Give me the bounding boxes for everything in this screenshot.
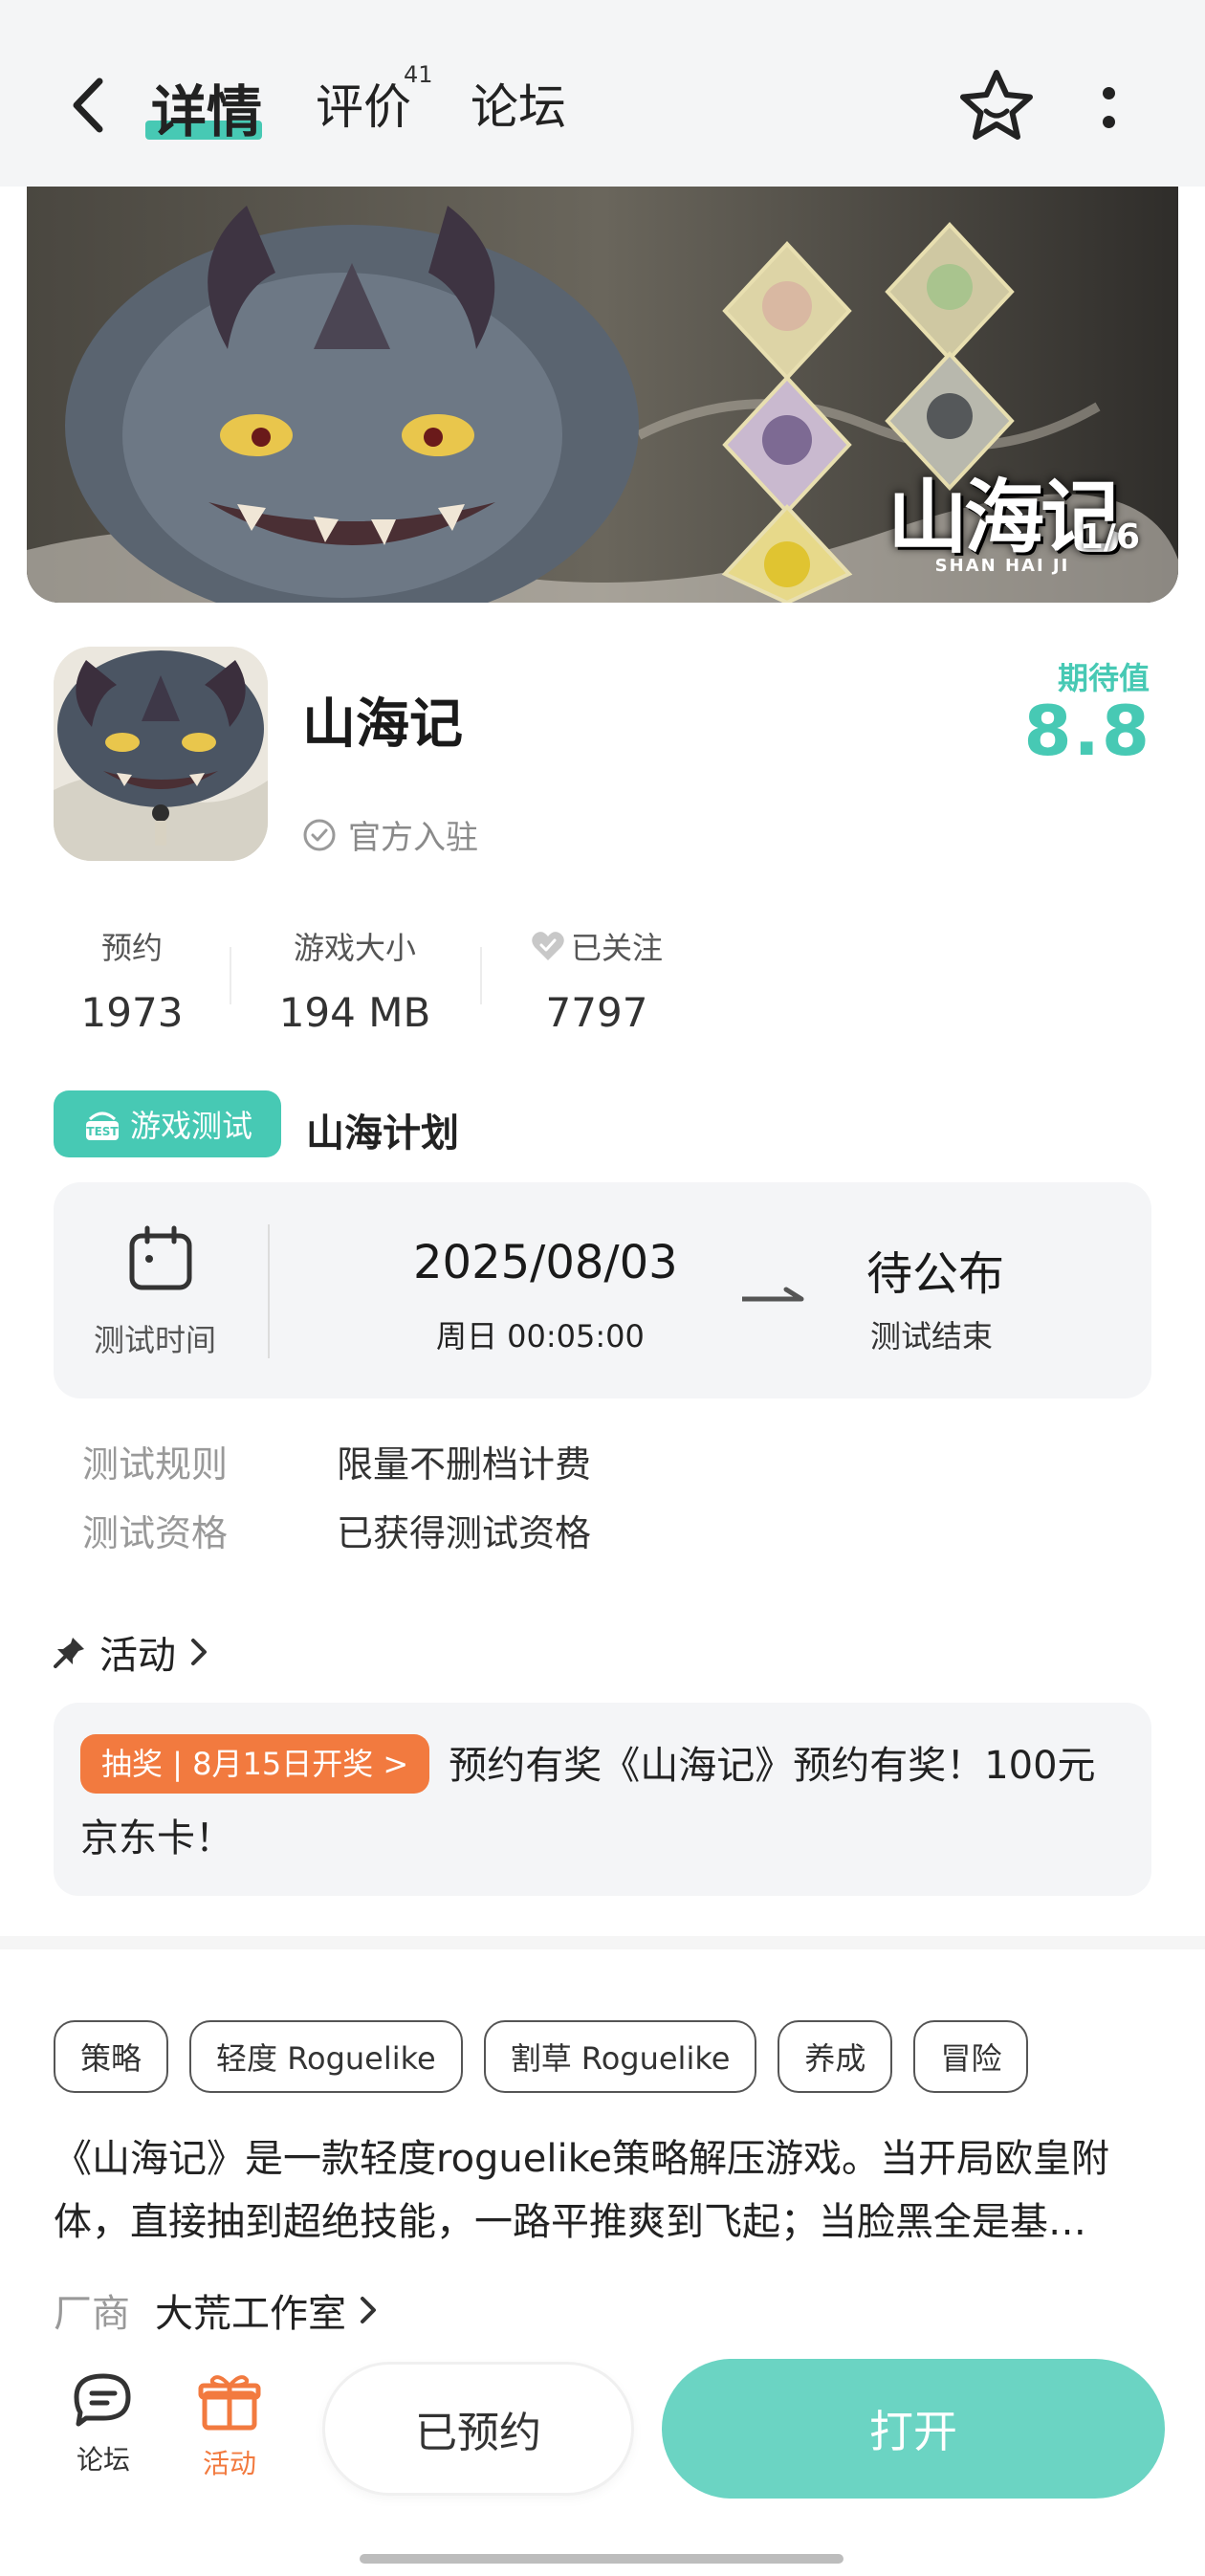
test-start-date: 2025/08/03 xyxy=(413,1236,678,1289)
description-line: 体，直接抽到超绝技能，一路平推爽到飞起；当脸黑全是基… xyxy=(54,2200,1086,2244)
tag-list: 策略 轻度 Roguelike 割草 Roguelike 养成 冒险 xyxy=(54,2020,1029,2093)
reserved-button[interactable]: 已预约 xyxy=(325,2365,631,2493)
tab-detail[interactable]: 详情 xyxy=(151,67,262,147)
stat-reservations: 预约 1973 xyxy=(54,924,210,1036)
forum-nav-button[interactable]: 论坛 xyxy=(55,2370,151,2477)
bottom-action-bar: 论坛 活动 已预约 打开 xyxy=(0,2342,1205,2576)
star-outline-icon xyxy=(960,70,1033,140)
stat-value: 7797 xyxy=(545,989,648,1036)
tag-chip[interactable]: 割草 Roguelike xyxy=(483,2020,757,2093)
tag-chip[interactable]: 轻度 Roguelike xyxy=(189,2020,463,2093)
tab-reviews[interactable]: 评价 xyxy=(316,69,411,138)
vendor-row[interactable]: 厂商 大荒工作室 xyxy=(54,2282,377,2338)
test-schedule-card: 测试时间 2025/08/03 周日 00:05:00 待公布 测试结束 xyxy=(54,1182,1151,1398)
official-label: 官方入驻 xyxy=(348,819,478,857)
chevron-left-icon xyxy=(73,77,103,133)
section-separator xyxy=(0,1936,1205,1949)
test-start-time: 周日 00:05:00 xyxy=(436,1318,645,1354)
test-plan-name: 山海计划 xyxy=(306,1112,459,1156)
chat-bubble-icon xyxy=(74,2373,131,2427)
game-title: 山海记 xyxy=(302,694,463,756)
rule-value: 限量不删档计费 xyxy=(337,1443,592,1486)
tag-chip[interactable]: 养成 xyxy=(778,2020,893,2093)
stat-value: 194 MB xyxy=(278,989,431,1036)
official-badge: 官方入驻 xyxy=(302,811,478,858)
back-button[interactable] xyxy=(59,75,117,136)
stat-value: 1973 xyxy=(80,989,184,1036)
divider xyxy=(268,1224,270,1358)
banner-page-counter: 1/6 xyxy=(1079,517,1140,557)
stat-label: 游戏大小 xyxy=(293,930,416,966)
more-vertical-icon xyxy=(1102,86,1115,99)
calendar-icon xyxy=(129,1225,192,1290)
rule-label: 测试资格 xyxy=(82,1512,229,1554)
stat-divider xyxy=(480,947,482,1004)
activity-heading: 活动 xyxy=(99,1634,176,1678)
tab-forum[interactable]: 论坛 xyxy=(471,69,566,138)
vendor-label: 厂商 xyxy=(54,2292,130,2336)
test-end-value: 待公布 xyxy=(866,1247,1005,1301)
gift-icon xyxy=(198,2375,261,2431)
more-options-button[interactable] xyxy=(1094,78,1123,136)
reviews-count-badge: 41 xyxy=(404,61,433,88)
test-time-label: 测试时间 xyxy=(94,1322,217,1358)
tag-chip[interactable]: 策略 xyxy=(54,2020,169,2093)
stat-label: 预约 xyxy=(100,930,163,966)
activity-description: 抽奖 | 8月15日开奖 > 预约有奖《山海记》预约有奖！100元京东卡！ xyxy=(80,1729,1113,1875)
description-line: 《山海记》是一款轻度roguelike策略解压游戏。当开局欧皇附 xyxy=(54,2137,1109,2181)
test-flask-icon: TEST xyxy=(85,1112,119,1140)
stat-label: 已关注 xyxy=(570,930,663,966)
expectation-score: 8.8 xyxy=(1023,691,1151,771)
game-banner-carousel[interactable]: 山海记 SHAN HAI JI 1/6 xyxy=(27,187,1178,603)
top-nav-bar: 详情 评价 41 论坛 xyxy=(0,0,1205,187)
rule-label: 测试规则 xyxy=(82,1443,229,1486)
forum-nav-label: 论坛 xyxy=(76,2444,130,2476)
game-app-icon xyxy=(54,647,268,861)
stat-divider xyxy=(230,947,231,1004)
open-game-button[interactable]: 打开 xyxy=(662,2359,1165,2499)
tag-chip[interactable]: 冒险 xyxy=(913,2020,1029,2093)
favorite-button[interactable] xyxy=(956,67,1037,147)
activity-section-link[interactable]: 活动 xyxy=(54,1624,208,1680)
home-indicator xyxy=(360,2554,844,2564)
arrow-right-icon xyxy=(742,1287,804,1302)
game-description[interactable]: 《山海记》是一款轻度roguelike策略解压游戏。当开局欧皇附 体，直接抽到超… xyxy=(54,2127,1144,2254)
game-test-badge-label: 游戏测试 xyxy=(129,1108,252,1144)
stat-followers[interactable]: 已关注 7797 xyxy=(513,924,681,1036)
test-end-label: 测试结束 xyxy=(870,1318,994,1354)
check-circle-icon xyxy=(303,819,336,850)
lottery-pill: 抽奖 | 8月15日开奖 > xyxy=(80,1734,430,1794)
stat-game-size: 游戏大小 194 MB xyxy=(264,924,446,1036)
chevron-right-icon xyxy=(191,1639,207,1665)
svg-text:TEST: TEST xyxy=(86,1125,119,1138)
activity-nav-label: 活动 xyxy=(202,2448,256,2479)
rule-value: 已获得测试资格 xyxy=(337,1512,592,1554)
heart-check-icon xyxy=(532,932,564,960)
game-test-badge: TEST 游戏测试 xyxy=(54,1090,281,1157)
pin-icon xyxy=(54,1638,84,1668)
chevron-right-icon xyxy=(361,2297,376,2323)
game-icon-artwork xyxy=(54,647,268,861)
vendor-name-text: 大荒工作室 xyxy=(155,2292,346,2336)
vendor-name: 大荒工作室 xyxy=(155,2282,377,2338)
activity-card[interactable]: 抽奖 | 8月15日开奖 > 预约有奖《山海记》预约有奖！100元京东卡！ xyxy=(54,1703,1151,1896)
activity-nav-button[interactable]: 活动 xyxy=(182,2370,277,2481)
